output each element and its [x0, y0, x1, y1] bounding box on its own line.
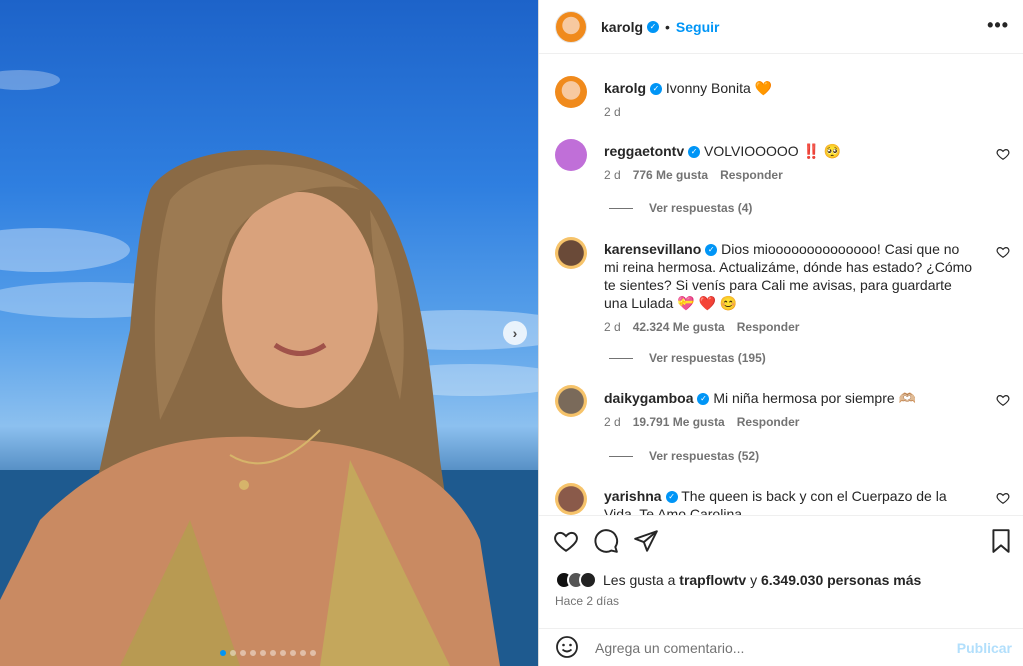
reply-button[interactable]: Responder: [720, 168, 783, 182]
comment-time: 2 d: [604, 320, 621, 334]
comment-time: 2 d: [604, 415, 621, 429]
likes-prefix: Les gusta a: [603, 572, 676, 588]
bookmark-icon[interactable]: [988, 528, 1014, 554]
comment-time: 2 d: [604, 168, 621, 182]
comment-username[interactable]: daikygamboa: [604, 390, 693, 406]
carousel-dot: [270, 650, 276, 656]
carousel-dot: [230, 650, 236, 656]
like-heart-icon[interactable]: [553, 528, 579, 554]
carousel-dot: [280, 650, 286, 656]
commenter-avatar[interactable]: [555, 385, 587, 417]
emoji-icon[interactable]: [555, 635, 579, 662]
post-actions: Les gusta a trapflowtv y 6.349.030 perso…: [539, 515, 1023, 666]
separator-bullet: •: [665, 18, 670, 35]
like-comment-heart-icon[interactable]: [996, 393, 1010, 407]
likes-count[interactable]: 6.349.030 personas más: [761, 572, 921, 588]
post-photo[interactable]: ›: [0, 0, 538, 666]
add-comment-bar: Publicar: [539, 628, 1023, 666]
commenter-avatar[interactable]: [555, 139, 587, 171]
likes-user[interactable]: trapflowtv: [679, 572, 746, 588]
view-replies-label: Ver respuestas (195): [649, 351, 766, 365]
comment-username[interactable]: reggaetontv: [604, 143, 684, 159]
like-comment-heart-icon[interactable]: [996, 245, 1010, 259]
comment-text: Mi niña hermosa por siempre 🫶🏼: [713, 390, 916, 406]
verified-badge-icon: ✓: [647, 20, 660, 33]
likes-summary[interactable]: Les gusta a trapflowtv y 6.349.030 perso…: [555, 571, 921, 589]
caption-text: Ivonny Bonita 🧡: [665, 80, 773, 96]
comment-input[interactable]: [595, 640, 945, 656]
carousel-dot: [260, 650, 266, 656]
view-replies-label: Ver respuestas (52): [649, 449, 760, 463]
comment-likes[interactable]: 776 Me gusta: [633, 168, 708, 182]
share-send-icon[interactable]: [633, 528, 659, 554]
publish-button[interactable]: Publicar: [957, 640, 1012, 656]
caption-meta: 2 d: [604, 105, 1010, 119]
follow-button[interactable]: Seguir: [676, 19, 720, 35]
comment-item: karensevillano ✓ Dios mioooooooooooooo! C…: [555, 237, 1010, 334]
carousel-dot: [300, 650, 306, 656]
commenter-avatar[interactable]: [555, 237, 587, 269]
verified-badge-icon: ✓: [697, 393, 710, 406]
action-icons: [553, 528, 659, 554]
comment-likes[interactable]: 42.324 Me gusta: [633, 320, 725, 334]
replies-divider: [609, 455, 633, 457]
comments-list[interactable]: karolg ✓ Ivonny Bonita 🧡 2 d reggaetontv ✓…: [539, 55, 1023, 515]
verified-badge-icon: ✓: [688, 146, 701, 159]
carousel-dot: [310, 650, 316, 656]
replies-divider: [609, 357, 633, 359]
comment-item: reggaetontv ✓ VOLVIOOOOO ‼️ 🥺 2 d 776 Me …: [555, 139, 1010, 182]
comment-likes[interactable]: 19.791 Me gusta: [633, 415, 725, 429]
photo-illustration: [0, 70, 538, 666]
reply-button[interactable]: Responder: [737, 415, 800, 429]
liker-avatars: [555, 571, 597, 589]
caption-time: 2 d: [604, 105, 621, 119]
likes-mid: y: [750, 572, 758, 588]
verified-badge-icon: ✓: [650, 83, 663, 96]
comment-username[interactable]: yarishna: [604, 488, 662, 504]
like-comment-heart-icon[interactable]: [996, 491, 1010, 505]
post-time: Hace 2 días: [555, 594, 620, 608]
liker-avatar: [579, 571, 597, 589]
carousel-dot: [290, 650, 296, 656]
carousel-indicator: [220, 650, 316, 656]
carousel-dot: [220, 650, 226, 656]
comment-username[interactable]: karensevillano: [604, 241, 701, 257]
comment-text: VOLVIOOOOO ‼️ 🥺: [704, 143, 842, 159]
verified-badge-icon: ✓: [665, 491, 678, 504]
next-photo-button[interactable]: ›: [503, 321, 527, 345]
replies-divider: [609, 207, 633, 209]
comment-item: daikygamboa ✓ Mi niña hermosa por siempre…: [555, 385, 1010, 429]
like-comment-heart-icon[interactable]: [996, 147, 1010, 161]
reply-button[interactable]: Responder: [737, 320, 800, 334]
author-avatar[interactable]: [555, 10, 587, 43]
view-replies-button[interactable]: Ver respuestas (52): [609, 449, 759, 463]
caption-username[interactable]: karolg: [604, 80, 646, 96]
view-replies-button[interactable]: Ver respuestas (4): [609, 201, 752, 215]
comment-bubble-icon[interactable]: [593, 528, 619, 554]
chevron-right-icon: ›: [512, 325, 518, 341]
more-options-icon[interactable]: •••: [987, 15, 1009, 36]
comment-item: yarishna ✓ The queen is back y con el Cue…: [555, 483, 1010, 515]
post-header: karolg ✓ • Seguir •••: [539, 0, 1023, 54]
post-caption: karolg ✓ Ivonny Bonita 🧡 2 d: [555, 76, 1010, 119]
verified-badge-icon: ✓: [705, 244, 718, 257]
author-username[interactable]: karolg: [601, 19, 643, 35]
view-replies-button[interactable]: Ver respuestas (195): [609, 351, 766, 365]
carousel-dot: [250, 650, 256, 656]
post-details-panel: karolg ✓ • Seguir ••• karolg ✓ Ivonny Bon…: [538, 0, 1023, 666]
carousel-dot: [240, 650, 246, 656]
comment-meta: 2 d 42.324 Me gusta Responder: [604, 320, 1010, 334]
comment-meta: 2 d 19.791 Me gusta Responder: [604, 415, 1010, 429]
caption-avatar[interactable]: [555, 76, 587, 108]
view-replies-label: Ver respuestas (4): [649, 201, 753, 215]
comment-meta: 2 d 776 Me gusta Responder: [604, 168, 1010, 182]
commenter-avatar[interactable]: [555, 483, 587, 515]
